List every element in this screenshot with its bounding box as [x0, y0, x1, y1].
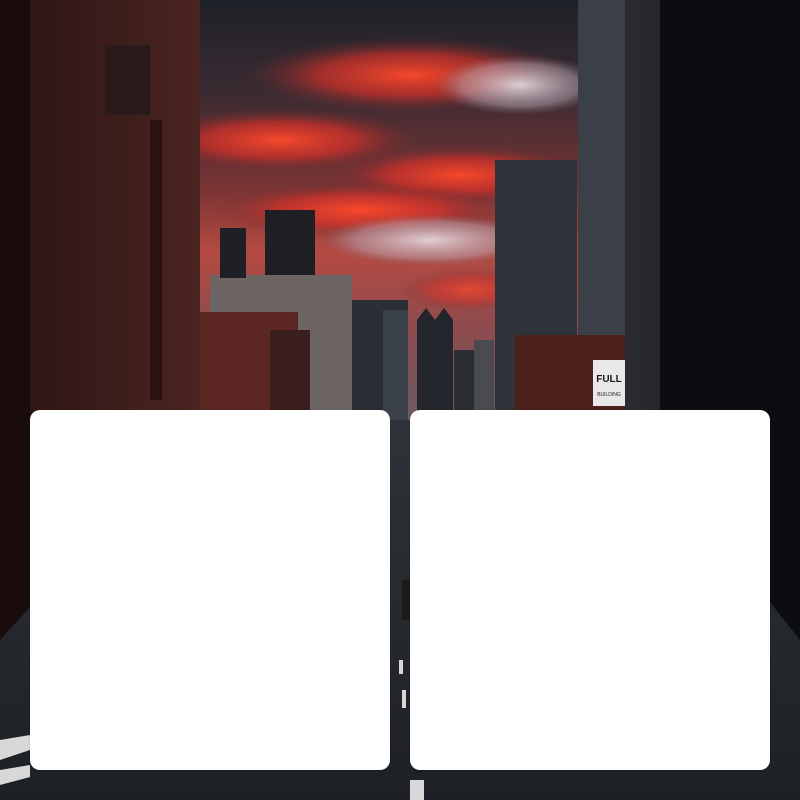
- image-placeholder-left[interactable]: [30, 410, 390, 770]
- app-viewport: FULL BUILDING: [0, 0, 800, 800]
- sign-line2: BUILDING: [597, 392, 621, 398]
- image-placeholder-right[interactable]: [410, 410, 770, 770]
- sign-line1: FULL: [596, 374, 622, 385]
